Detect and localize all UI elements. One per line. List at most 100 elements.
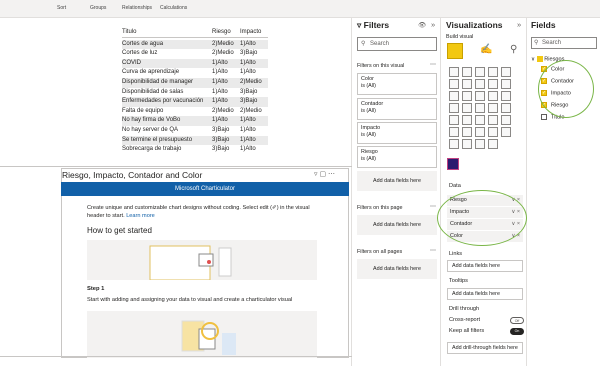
visual-type-icon[interactable] bbox=[448, 139, 459, 149]
ribbon-relationships[interactable]: Relationships bbox=[122, 5, 152, 11]
visual-type-icon[interactable] bbox=[474, 115, 485, 125]
filters-visual-add[interactable]: Add data fields here bbox=[357, 171, 437, 191]
visual-type-icon[interactable] bbox=[487, 103, 498, 113]
table-cell: 1)Alto bbox=[212, 98, 228, 105]
table-cell: 3)Bajo bbox=[240, 98, 258, 105]
table-cell: 2)Medio bbox=[240, 107, 262, 114]
cross-report-toggle[interactable]: Off bbox=[510, 317, 524, 324]
visual-type-icon[interactable] bbox=[500, 127, 511, 137]
format-visual-icon[interactable]: ✍ bbox=[480, 44, 492, 55]
table-row[interactable]: Disponibilidad de manager 1)Alto 2)Medio bbox=[122, 77, 268, 88]
visual-type-icon[interactable] bbox=[448, 79, 459, 89]
collapse-filters-icon[interactable]: » bbox=[431, 20, 435, 29]
visual-type-icon[interactable] bbox=[461, 91, 472, 101]
col-titulo[interactable]: Titulo bbox=[122, 28, 212, 37]
checkbox-icon[interactable] bbox=[541, 114, 547, 120]
table-cell: 2)Medio bbox=[212, 107, 234, 114]
filter-card-contador[interactable]: Contador is (All) bbox=[357, 98, 437, 120]
more-icon[interactable]: ⋯ bbox=[430, 247, 436, 254]
table-row[interactable]: Curva de aprendizaje 1)Alto 1)Alto bbox=[122, 68, 268, 78]
visual-type-icon[interactable] bbox=[448, 127, 459, 137]
drill-through-label: Drill through bbox=[449, 306, 480, 312]
tooltips-add[interactable]: Add data fields here bbox=[447, 288, 523, 300]
visual-type-icon[interactable] bbox=[461, 139, 472, 149]
visual-type-icon[interactable] bbox=[487, 127, 498, 137]
build-visual-icon[interactable] bbox=[447, 43, 463, 59]
visual-type-icon[interactable] bbox=[500, 115, 511, 125]
filter-card-color[interactable]: Color is (All) bbox=[357, 73, 437, 95]
visual-type-icon[interactable] bbox=[487, 79, 498, 89]
keep-filters-toggle[interactable]: On bbox=[510, 328, 524, 335]
links-add[interactable]: Add data fields here bbox=[447, 260, 523, 272]
table-visual[interactable]: Titulo Riesgo Impacto Cortes de agua 2)Me… bbox=[122, 28, 268, 155]
filter-card-impacto[interactable]: Impacto is (All) bbox=[357, 122, 437, 144]
charticulator-description: Create unique and customizable chart des… bbox=[87, 205, 310, 219]
table-cell: 3)Bajo bbox=[212, 146, 230, 153]
visual-type-icon[interactable] bbox=[474, 127, 485, 137]
table-cell: Disponibilidad de salas bbox=[122, 88, 184, 95]
visual-type-icon[interactable] bbox=[500, 67, 511, 77]
table-row[interactable]: Se termine el presupuesto 3)Bajo 1)Alto bbox=[122, 135, 268, 146]
visual-type-icon[interactable] bbox=[461, 115, 472, 125]
table-row[interactable]: Enfermedades por vacunación 1)Alto 3)Bajo bbox=[122, 97, 268, 107]
col-impacto[interactable]: Impacto bbox=[240, 28, 268, 37]
visual-type-icon[interactable] bbox=[474, 103, 485, 113]
filter-card-riesgo[interactable]: Riesgo is (All) bbox=[357, 146, 437, 168]
col-riesgo[interactable]: Riesgo bbox=[212, 28, 240, 37]
analytics-icon[interactable]: ⚲ bbox=[510, 44, 517, 55]
visual-type-icon[interactable] bbox=[500, 79, 511, 89]
learn-more-link[interactable]: Learn more bbox=[126, 213, 155, 219]
table-cell: 1)Alto bbox=[212, 78, 228, 85]
visual-type-icon[interactable] bbox=[461, 103, 472, 113]
table-row[interactable]: Disponibilidad de salas 1)Alto 3)Bajo bbox=[122, 88, 268, 98]
visual-type-icon[interactable] bbox=[487, 91, 498, 101]
ribbon-groups[interactable]: Groups bbox=[90, 5, 106, 11]
table-cell: 3)Bajo bbox=[240, 88, 258, 95]
table-cell: Disponibilidad de manager bbox=[122, 78, 194, 85]
visual-type-icon[interactable] bbox=[448, 67, 459, 77]
drill-through-add[interactable]: Add drill-through fields here bbox=[447, 342, 523, 354]
filters-search-input[interactable]: ⚲ Search bbox=[357, 37, 437, 51]
more-icon[interactable]: ⋯ bbox=[430, 61, 436, 68]
more-icon[interactable]: ⋯ bbox=[430, 203, 436, 210]
focus-icon[interactable]: ▢ bbox=[319, 171, 326, 178]
table-row[interactable]: Sobrecarga de trabajo 3)Bajo 1)Alto bbox=[122, 145, 268, 155]
table-cell: No hay firma de VoBo bbox=[122, 117, 181, 124]
eye-icon[interactable]: 👁 bbox=[418, 21, 426, 29]
visual-type-icon[interactable] bbox=[487, 115, 498, 125]
table-cell: Cortes de agua bbox=[122, 40, 164, 47]
table-row[interactable]: Cortes de luz 2)Medio 3)Bajo bbox=[122, 49, 268, 59]
visual-type-icon[interactable] bbox=[500, 91, 511, 101]
more-icon[interactable]: ⋯ bbox=[328, 171, 335, 178]
visual-type-icon[interactable] bbox=[474, 139, 485, 149]
table-row[interactable]: Falta de equipo 2)Medio 2)Medio bbox=[122, 107, 268, 117]
visualizations-title: Visualizations bbox=[446, 20, 503, 30]
visual-type-icon[interactable] bbox=[474, 79, 485, 89]
filter-icon[interactable]: ▿ bbox=[314, 171, 318, 178]
table-row[interactable]: Cortes de agua 2)Medio 1)Alto bbox=[122, 39, 268, 50]
visual-type-icon[interactable] bbox=[487, 67, 498, 77]
visual-type-icon[interactable] bbox=[461, 79, 472, 89]
step1-text: Start with adding and assigning your dat… bbox=[87, 297, 293, 303]
visual-type-icon[interactable] bbox=[461, 67, 472, 77]
ribbon-sort[interactable]: Sort bbox=[57, 5, 66, 11]
visual-type-icon[interactable] bbox=[474, 67, 485, 77]
table-cell: 3)Bajo bbox=[240, 50, 258, 57]
visual-type-icon[interactable] bbox=[448, 103, 459, 113]
ribbon-calculations[interactable]: Calculations bbox=[160, 5, 187, 11]
visual-type-icon[interactable] bbox=[500, 103, 511, 113]
visual-type-icon[interactable] bbox=[448, 115, 459, 125]
visual-type-icon[interactable] bbox=[461, 127, 472, 137]
visual-type-icon[interactable] bbox=[487, 139, 498, 149]
table-row[interactable]: No hay firma de VoBo 1)Alto 1)Alto bbox=[122, 116, 268, 126]
table-row[interactable]: No hay server de QA 3)Bajo 1)Alto bbox=[122, 126, 268, 136]
charticulator-selected-icon[interactable] bbox=[447, 158, 459, 170]
chevron-down-icon: ∨ bbox=[531, 56, 536, 63]
collapse-viz-icon[interactable]: » bbox=[517, 20, 521, 29]
table-row[interactable]: COVID 1)Alto 1)Alto bbox=[122, 58, 268, 69]
visual-type-icon[interactable] bbox=[448, 91, 459, 101]
filters-all-add[interactable]: Add data fields here bbox=[357, 259, 437, 279]
visual-type-icon[interactable] bbox=[474, 91, 485, 101]
fields-search-input[interactable]: ⚲ Search bbox=[531, 37, 597, 49]
filters-page-add[interactable]: Add data fields here bbox=[357, 215, 437, 235]
